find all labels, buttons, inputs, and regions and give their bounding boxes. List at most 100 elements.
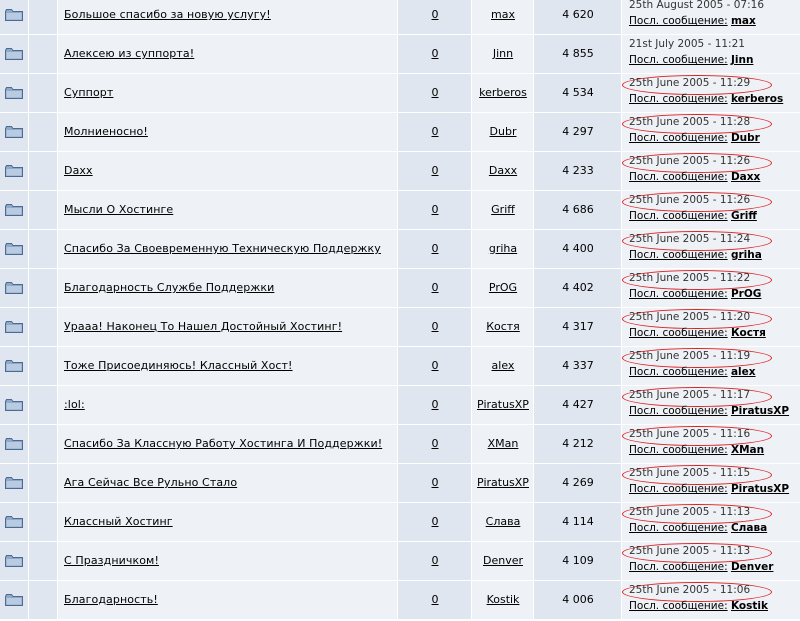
topic-title-cell: Алексею из суппорта!	[58, 35, 398, 73]
topic-title-link[interactable]: Большое спасибо за новую услугу!	[64, 8, 271, 21]
last-post-user-link[interactable]: Костя	[731, 327, 766, 339]
last-post-user-link[interactable]: Dubr	[731, 132, 760, 144]
topic-title-link[interactable]: Спасибо За Своевременную Техническую Под…	[64, 242, 381, 255]
replies-count-link[interactable]: 0	[398, 125, 472, 138]
last-post-label-link[interactable]: Посл. сообщение:	[629, 210, 728, 222]
last-post-date: 25th June 2005 - 11:15	[629, 467, 751, 479]
replies-count-link[interactable]: 0	[398, 515, 472, 528]
last-post-user-link[interactable]: Denver	[731, 561, 773, 573]
replies-count-link[interactable]: 0	[398, 242, 472, 255]
topic-author-link[interactable]: PiratusXP	[472, 398, 534, 411]
last-post-label-link[interactable]: Посл. сообщение:	[629, 249, 728, 261]
last-post-label-link[interactable]: Посл. сообщение:	[629, 288, 728, 300]
last-post-label-link[interactable]: Посл. сообщение:	[629, 483, 728, 495]
last-post-label-link[interactable]: Посл. сообщение:	[629, 93, 728, 105]
topic-author-link[interactable]: Костя	[472, 320, 534, 333]
last-post-label-link[interactable]: Посл. сообщение:	[629, 561, 728, 573]
topic-title-link[interactable]: Благодарность Службе Поддержки	[64, 281, 274, 294]
replies-count-link[interactable]: 0	[398, 8, 472, 21]
topic-author-link[interactable]: PiratusXP	[472, 476, 534, 489]
last-post-date: 25th June 2005 - 11:28	[629, 116, 751, 128]
topic-title-link[interactable]: Урааа! Наконец То Нашел Достойный Хостин…	[64, 320, 342, 333]
views-count: 4 212	[562, 437, 594, 450]
last-post-label-link[interactable]: Посл. сообщение:	[629, 405, 728, 417]
topic-title-link[interactable]: Классный Хостинг	[64, 515, 173, 528]
topic-title-link[interactable]: Тоже Присоединяюсь! Классный Хост!	[64, 359, 293, 372]
topic-author-link[interactable]: Слава	[472, 515, 534, 528]
last-post-label-link[interactable]: Посл. сообщение:	[629, 366, 728, 378]
last-post-user-link[interactable]: PiratusXP	[731, 483, 789, 495]
topic-title-link[interactable]: Алексею из суппорта!	[64, 47, 194, 60]
replies-count-link[interactable]: 0	[398, 359, 472, 372]
topic-title-link[interactable]: Суппорт	[64, 86, 113, 99]
topic-title-link[interactable]: С Праздничком!	[64, 554, 159, 567]
replies-count-link[interactable]: 0	[398, 398, 472, 411]
topic-author-link[interactable]: kerberos	[472, 86, 534, 99]
topic-title-link[interactable]: Благодарность!	[64, 593, 158, 606]
folder-icon	[5, 126, 23, 138]
topic-author-link[interactable]: Daxx	[472, 164, 534, 177]
last-post-user-link[interactable]: alex	[731, 366, 756, 378]
topic-icon-cell	[0, 308, 29, 346]
topic-author-link[interactable]: max	[472, 8, 534, 21]
last-post-user-link[interactable]: PiratusXP	[731, 405, 789, 417]
last-post-cell: 25th June 2005 - 11:15 Посл. сообщение: P…	[622, 464, 800, 502]
replies-count-link[interactable]: 0	[398, 47, 472, 60]
last-post-user-link[interactable]: Daxx	[731, 171, 760, 183]
topic-author-link[interactable]: PrOG	[472, 281, 534, 294]
replies-count-link[interactable]: 0	[398, 476, 472, 489]
topic-title-link[interactable]: Спасибо За Классную Работу Хостинга И По…	[64, 437, 382, 450]
last-post-user-link[interactable]: max	[731, 15, 756, 27]
author-cell: PiratusXP	[472, 464, 534, 502]
replies-count-link[interactable]: 0	[398, 593, 472, 606]
last-post-label-link[interactable]: Посл. сообщение:	[629, 327, 728, 339]
replies-count-link[interactable]: 0	[398, 437, 472, 450]
topic-title-cell: Благодарность!	[58, 581, 398, 619]
replies-count-link[interactable]: 0	[398, 203, 472, 216]
last-post-label-link[interactable]: Посл. сообщение:	[629, 171, 728, 183]
topic-author-link[interactable]: Kostik	[472, 593, 534, 606]
topic-icon-cell	[0, 113, 29, 151]
replies-count-link[interactable]: 0	[398, 281, 472, 294]
replies-count-link[interactable]: 0	[398, 86, 472, 99]
topic-title-link[interactable]: Ага Сейчас Все Рульно Стало	[64, 476, 237, 489]
replies-cell: 0	[398, 152, 472, 190]
topic-author-link[interactable]: Griff	[472, 203, 534, 216]
last-post-label-link[interactable]: Посл. сообщение:	[629, 132, 728, 144]
last-post-line: Посл. сообщение: Dubr	[629, 132, 760, 144]
last-post-user-link[interactable]: Jinn	[731, 54, 753, 66]
topic-title-link[interactable]: Молниеносно!	[64, 125, 148, 138]
last-post-user-link[interactable]: kerberos	[731, 93, 783, 105]
last-post-label-link[interactable]: Посл. сообщение:	[629, 600, 728, 612]
topic-marker-cell	[29, 308, 58, 346]
last-post-label-link[interactable]: Посл. сообщение:	[629, 54, 728, 66]
topic-title-cell: Молниеносно!	[58, 113, 398, 151]
topic-title-link[interactable]: :lol:	[64, 398, 85, 411]
replies-count-link[interactable]: 0	[398, 554, 472, 567]
topic-author-link[interactable]: XMan	[472, 437, 534, 450]
topic-title-link[interactable]: Мысли О Хостинге	[64, 203, 173, 216]
last-post-label-link[interactable]: Посл. сообщение:	[629, 444, 728, 456]
last-post-label-link[interactable]: Посл. сообщение:	[629, 15, 728, 27]
topic-author-link[interactable]: Denver	[472, 554, 534, 567]
last-post-user-link[interactable]: Слава	[731, 522, 767, 534]
last-post-user-link[interactable]: PrOG	[731, 288, 761, 300]
last-post-user-link[interactable]: Griff	[731, 210, 757, 222]
replies-cell: 0	[398, 425, 472, 463]
last-post-user-link[interactable]: griha	[731, 249, 762, 261]
last-post-label-link[interactable]: Посл. сообщение:	[629, 522, 728, 534]
replies-count-link[interactable]: 0	[398, 320, 472, 333]
last-post-cell: 25th June 2005 - 11:16 Посл. сообщение: X…	[622, 425, 800, 463]
last-post-user-link[interactable]: Kostik	[731, 600, 768, 612]
topic-author-link[interactable]: alex	[472, 359, 534, 372]
topic-author-link[interactable]: griha	[472, 242, 534, 255]
last-post-user-link[interactable]: XMan	[731, 444, 764, 456]
topic-title-link[interactable]: Daxx	[64, 164, 93, 177]
topic-author-link[interactable]: Jinn	[472, 47, 534, 60]
folder-icon	[5, 477, 23, 489]
replies-cell: 0	[398, 347, 472, 385]
topic-list: Большое спасибо за новую услугу! 0 max 4 62…	[0, 0, 800, 621]
replies-count-link[interactable]: 0	[398, 164, 472, 177]
last-post-cell: 25th June 2005 - 11:26 Посл. сообщение: D…	[622, 152, 800, 190]
topic-author-link[interactable]: Dubr	[472, 125, 534, 138]
